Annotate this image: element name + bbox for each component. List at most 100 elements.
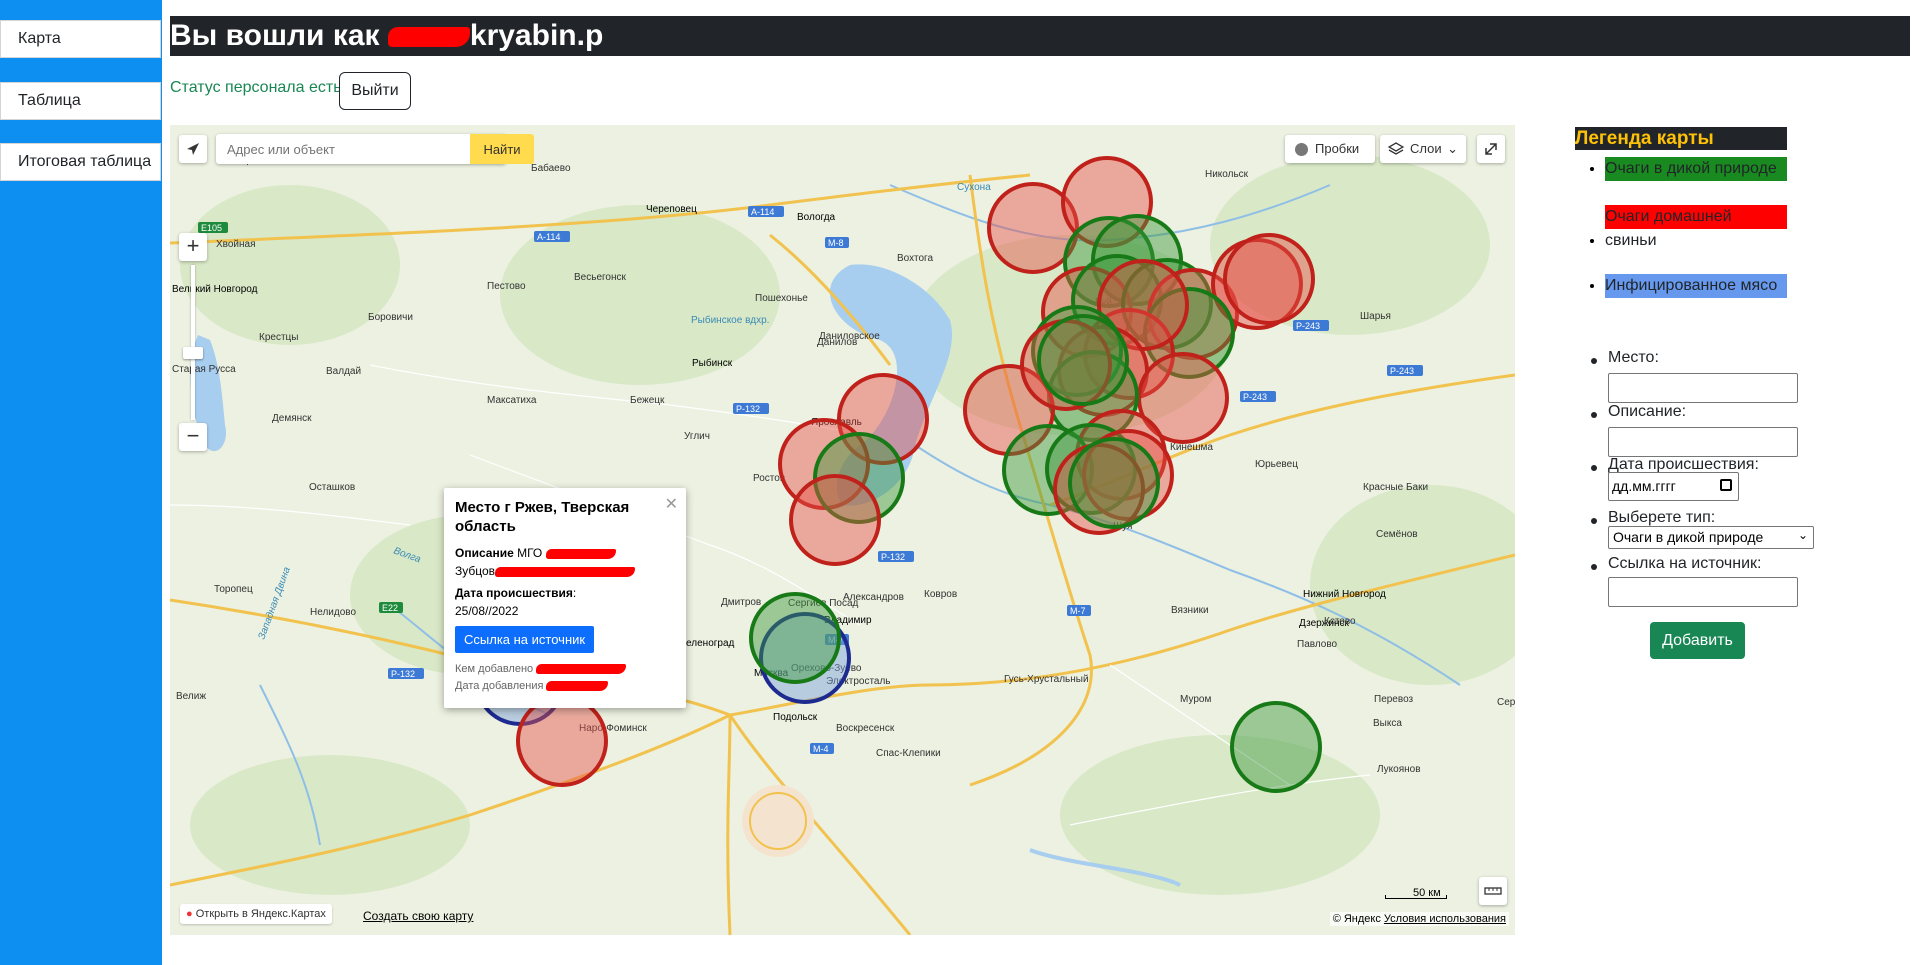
popup-description: Описание МГО Зубцов: [455, 544, 675, 580]
source-input[interactable]: [1608, 577, 1798, 607]
popup-place-label: Место: [455, 499, 501, 516]
place-label: Подольск: [773, 712, 818, 723]
ruler-icon: [1484, 887, 1502, 895]
zoom-out-button[interactable]: −: [179, 423, 207, 451]
username-suffix: kryabin.p: [469, 19, 604, 52]
sidebar-item-summary-table[interactable]: Итоговая таблица: [0, 143, 161, 181]
sidebar-item-label: Таблица: [18, 92, 81, 109]
place-label: Рыбинское вдхр.: [691, 314, 769, 326]
bullet: [1591, 412, 1597, 418]
traffic-label: Пробки: [1315, 141, 1360, 156]
green-outbreak-marker[interactable]: [1230, 701, 1322, 793]
map-search-input[interactable]: [216, 134, 470, 164]
legend-list: Очаги в дикой природе Очаги домашней сви…: [1580, 157, 1787, 298]
legend-item: Инфицированное мясо: [1605, 274, 1787, 298]
redacted-text: [545, 548, 616, 559]
type-select[interactable]: Очаги в дикой природе ⌄: [1608, 526, 1814, 549]
description-input[interactable]: [1608, 427, 1798, 457]
zoom-slider-handle[interactable]: [183, 347, 203, 359]
road-label: Е105: [201, 223, 222, 233]
place-label: Крестцы: [259, 332, 298, 343]
bullet: [1591, 358, 1597, 364]
sidebar: Карта Таблица Итоговая таблица: [0, 0, 162, 965]
zoom-in-button[interactable]: +: [179, 233, 207, 261]
place-label: Углич: [684, 431, 710, 442]
place-label: Лукоянов: [1377, 764, 1421, 775]
road-label: Р-243: [1296, 321, 1320, 331]
place-label: Велиж: [176, 691, 206, 702]
place-label: Нелидово: [310, 607, 356, 618]
place-label: Кинешма: [1170, 442, 1213, 453]
legend-wild: Очаги в дикой природе: [1605, 157, 1787, 181]
legend-item: Очаги домашней свиньи: [1605, 205, 1787, 250]
green-outbreak-marker[interactable]: [749, 592, 841, 684]
popup-date: Дата происшествия: 25/08//2022: [455, 584, 675, 620]
popup-added-by: Кем добавлено: [455, 663, 534, 675]
close-icon[interactable]: ✕: [665, 494, 678, 514]
ruler-button[interactable]: [1479, 877, 1507, 905]
road-label: Р-243: [1243, 392, 1267, 402]
sidebar-item-table[interactable]: Таблица: [0, 82, 161, 120]
redacted-text: [546, 681, 609, 692]
legend-domestic: Очаги домашней свиньи: [1605, 205, 1787, 249]
popup-source-link[interactable]: Ссылка на источник: [455, 626, 595, 653]
place-label: Западная Двина: [256, 565, 293, 641]
popup-date-label: Дата происшествия: [455, 586, 573, 600]
place-label: Пошехонье: [755, 293, 808, 304]
place-label: Рыбинск: [692, 357, 733, 369]
green-outbreak-marker[interactable]: [1037, 314, 1129, 406]
location-arrow-icon: [187, 143, 199, 155]
place-label: Пестово: [487, 281, 526, 292]
calendar-icon[interactable]: [1720, 479, 1732, 491]
place-label: Павлово: [1297, 639, 1338, 650]
staff-status: Статус персонала есть: [170, 79, 342, 96]
place-label: Александров: [843, 592, 904, 603]
fullscreen-button[interactable]: [1477, 135, 1505, 163]
open-in-yandex-button[interactable]: ● Открыть в Яндекс.Картах: [180, 904, 332, 924]
map-canvas[interactable]: КиришиБабаевоЧереповецВологдаСухонаНикол…: [170, 125, 1515, 935]
terms-link[interactable]: Условия использования: [1384, 913, 1506, 925]
red-outbreak-marker[interactable]: [789, 474, 881, 566]
place-label: Боровичи: [368, 312, 413, 323]
map-copyright: © Яндекс Условия использования: [1329, 912, 1509, 926]
place-label: Вязники: [1171, 605, 1209, 616]
green-outbreak-marker[interactable]: [1068, 437, 1160, 529]
open-in-yandex-label: Открыть в Яндекс.Картах: [195, 908, 326, 920]
sidebar-item-map[interactable]: Карта: [0, 20, 161, 58]
bullet: [1591, 518, 1597, 524]
map-search[interactable]: Найти: [216, 134, 534, 164]
place-input[interactable]: [1608, 373, 1798, 403]
place-label: Спас-Клепики: [876, 748, 941, 759]
legend-title: Легенда карты: [1575, 127, 1787, 150]
place-label: Торопец: [214, 584, 253, 595]
red-outbreak-marker[interactable]: [1223, 233, 1315, 325]
place-label: Нижний Новгород: [1303, 589, 1386, 600]
zoom-slider-track[interactable]: [191, 265, 195, 420]
description-label: Описание:: [1608, 403, 1687, 420]
place-label: Зеленоград: [680, 638, 735, 649]
map-find-button[interactable]: Найти: [470, 134, 534, 164]
popup-desc-text: МГО: [513, 546, 546, 560]
add-button[interactable]: Добавить: [1650, 622, 1745, 659]
logout-button[interactable]: Выйти: [339, 72, 411, 110]
date-input[interactable]: дд.мм.гггг: [1608, 472, 1739, 501]
road-label: А-114: [537, 232, 560, 242]
place-label: Юрьевец: [1255, 459, 1298, 470]
road-label: Р-132: [736, 404, 760, 414]
red-outbreak-marker[interactable]: [516, 695, 608, 787]
place-label: Вологда: [797, 212, 836, 223]
create-map-link[interactable]: Создать свою карту: [363, 909, 473, 923]
date-placeholder: дд.мм.гггг: [1612, 478, 1676, 494]
traffic-button[interactable]: Пробки: [1285, 135, 1375, 163]
map[interactable]: КиришиБабаевоЧереповецВологдаСухонаНикол…: [170, 125, 1515, 935]
type-selected-value: Очаги в дикой природе: [1613, 529, 1764, 545]
place-label: Ковров: [924, 589, 957, 600]
road-label: Р-132: [881, 552, 905, 562]
legend-meat: Инфицированное мясо: [1605, 274, 1787, 298]
place-label: Дмитров: [721, 597, 761, 608]
place-label: Демянск: [272, 413, 312, 424]
layers-button[interactable]: Слои ⌄: [1380, 135, 1466, 163]
road-label: М-8: [828, 238, 844, 248]
geolocation-button[interactable]: [179, 135, 207, 163]
chevron-down-icon: ⌄: [1447, 141, 1458, 156]
